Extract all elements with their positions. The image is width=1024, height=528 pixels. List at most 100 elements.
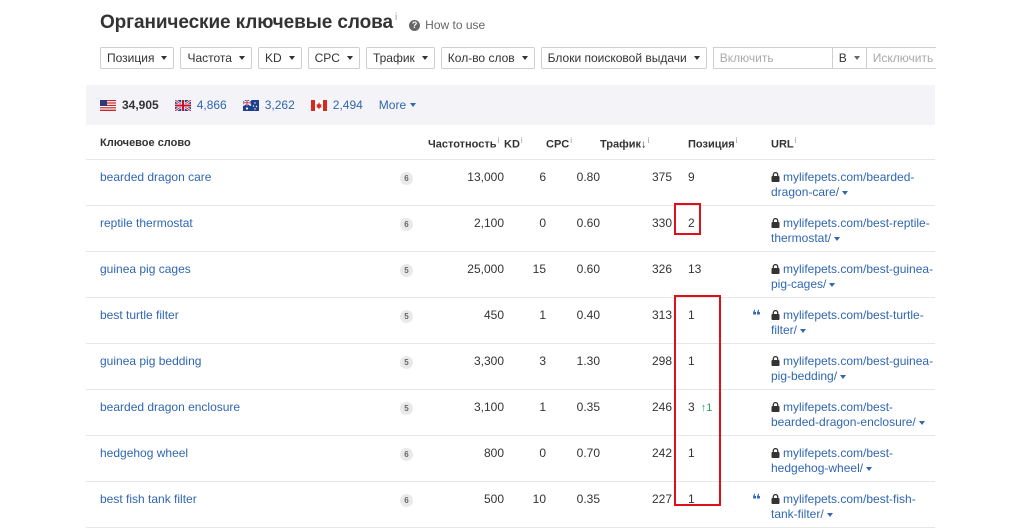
filter-position-label: Позиция (107, 51, 155, 65)
position-cell: 13 (688, 251, 752, 298)
position-value: 13 (688, 262, 702, 276)
table-header: Ключевое слово Частотностьi KDi CPCi Тра… (86, 127, 935, 160)
spacer (86, 127, 100, 160)
filter-traffic[interactable]: Трафик (365, 47, 435, 69)
chevron-down-icon[interactable] (800, 329, 807, 333)
quote-cell: ❛❛ (752, 297, 771, 344)
keyword-link[interactable]: best turtle filter (100, 308, 179, 322)
url-link-line1[interactable]: mylifepets.com/best-reptile- (783, 216, 930, 230)
volume-value: 13,000 (467, 170, 504, 184)
keyword-link[interactable]: hedgehog wheel (100, 446, 188, 460)
serp-features-badge[interactable]: 6 (400, 172, 413, 185)
col-traffic[interactable]: Трафик↓i (600, 127, 672, 160)
filter-position[interactable]: Позиция (100, 47, 175, 69)
url-link-line2[interactable]: pig-bedding/ (771, 369, 837, 383)
keyword-cell: bearded dragon care (100, 159, 400, 206)
url-link-line1[interactable]: mylifepets.com/bearded- (783, 170, 914, 184)
cpc-value: 1.30 (576, 354, 600, 368)
info-icon[interactable]: i (795, 136, 797, 145)
chevron-down-icon[interactable] (834, 237, 841, 241)
include-input[interactable]: Включить (712, 47, 833, 69)
url-link-line2[interactable]: filter/ (771, 323, 797, 337)
quote-icon[interactable]: ❛❛ (752, 491, 761, 507)
keyword-cell: bearded dragon enclosure (100, 389, 400, 436)
url-link-line1[interactable]: mylifepets.com/best-guinea- (783, 262, 933, 276)
quote-cell (752, 389, 771, 436)
serp-features-badge[interactable]: 5 (400, 356, 413, 369)
country-tab-gb[interactable]: 4,866 (174, 98, 227, 112)
url-link-line1[interactable]: mylifepets.com/best-fish- (783, 492, 916, 506)
info-icon[interactable]: i (736, 136, 738, 145)
filter-frequency[interactable]: Частота (180, 47, 252, 69)
serp-features-badge[interactable]: 6 (400, 448, 413, 461)
url-link-line2[interactable]: dragon-care/ (771, 185, 839, 199)
how-to-use-link[interactable]: ? How to use (409, 18, 485, 32)
url-link-line2[interactable]: pig-cages/ (771, 277, 826, 291)
url-link-line2[interactable]: hedgehog-wheel/ (771, 461, 863, 475)
chevron-down-icon[interactable] (918, 421, 925, 425)
chevron-down-icon (853, 56, 860, 60)
traffic-value: 313 (651, 308, 672, 322)
volume-cell: 500 (428, 481, 504, 528)
keyword-link[interactable]: best fish tank filter (100, 492, 197, 506)
url-link-line2[interactable]: thermostat/ (771, 231, 831, 245)
country-tab-us[interactable]: 34,905 (100, 98, 159, 112)
url-link-line2[interactable]: bearded-dragon-enclosure/ (771, 415, 916, 429)
filter-kd-label: KD (264, 51, 282, 65)
serp-features-badge[interactable]: 5 (400, 402, 413, 415)
serp-features-badge[interactable]: 6 (400, 494, 413, 507)
info-icon[interactable]: i (498, 136, 500, 145)
chevron-down-icon[interactable] (866, 467, 873, 471)
url-link-line1[interactable]: mylifepets.com/best-guinea- (783, 354, 933, 368)
url-link-line1[interactable]: mylifepets.com/best-turtle- (783, 308, 924, 322)
keyword-link[interactable]: bearded dragon care (100, 170, 211, 184)
keyword-link[interactable]: guinea pig cages (100, 262, 191, 276)
kd-value: 1 (539, 400, 546, 414)
serp-features-badge[interactable]: 6 (400, 218, 413, 231)
filter-word-count[interactable]: Кол-во слов (440, 47, 535, 69)
title-info-icon[interactable]: i (395, 12, 397, 23)
cpc-cell: 0.35 (546, 389, 600, 436)
col-url-label: URL (771, 138, 794, 151)
quote-icon[interactable]: ❛❛ (752, 307, 761, 323)
more-label: More (378, 98, 407, 112)
chevron-down-icon[interactable] (826, 513, 833, 517)
cpc-cell: 0.40 (546, 297, 600, 344)
more-countries-button[interactable]: More (378, 98, 417, 112)
spacer (86, 481, 100, 528)
ca-flag-icon (310, 99, 327, 111)
url-link-line2[interactable]: tank-filter/ (771, 507, 824, 521)
country-tab-ca[interactable]: 2,494 (310, 98, 363, 112)
col-cpc[interactable]: CPCi (546, 127, 600, 160)
filter-serp-blocks[interactable]: Блоки поисковой выдачи (540, 47, 707, 69)
col-volume[interactable]: Частотностьi (428, 127, 504, 160)
exclude-input[interactable]: Исключить (866, 47, 936, 69)
col-position[interactable]: Позицияi (688, 127, 752, 160)
country-tab-au[interactable]: 3,262 (242, 98, 295, 112)
kd-cell: 15 (504, 251, 546, 298)
filter-cpc[interactable]: CPC (307, 47, 360, 69)
info-icon[interactable]: i (521, 136, 523, 145)
chevron-down-icon[interactable] (840, 375, 847, 379)
keyword-link[interactable]: bearded dragon enclosure (100, 400, 240, 414)
filter-traffic-label: Трафик (372, 51, 415, 65)
info-icon[interactable]: i (648, 136, 650, 145)
serp-features-badge[interactable]: 5 (400, 264, 413, 277)
cpc-value: 0.35 (576, 400, 600, 414)
serp-features-badge[interactable]: 5 (400, 310, 413, 323)
include-mode-select[interactable]: В (832, 47, 867, 69)
filter-kd[interactable]: KD (257, 47, 302, 69)
filter-frequency-label: Частота (187, 51, 232, 65)
info-icon[interactable]: i (570, 136, 572, 145)
url-link-line1[interactable]: mylifepets.com/best- (783, 446, 893, 460)
volume-cell: 450 (428, 297, 504, 344)
chevron-down-icon[interactable] (842, 191, 849, 195)
col-kd[interactable]: KDi (504, 127, 546, 160)
volume-value: 25,000 (467, 262, 504, 276)
col-url[interactable]: URLi (771, 127, 935, 160)
keyword-link[interactable]: reptile thermostat (100, 216, 193, 230)
keyword-link[interactable]: guinea pig bedding (100, 354, 201, 368)
col-keyword[interactable]: Ключевое слово (100, 127, 400, 160)
url-link-line1[interactable]: mylifepets.com/best- (783, 400, 893, 414)
chevron-down-icon[interactable] (829, 283, 836, 287)
